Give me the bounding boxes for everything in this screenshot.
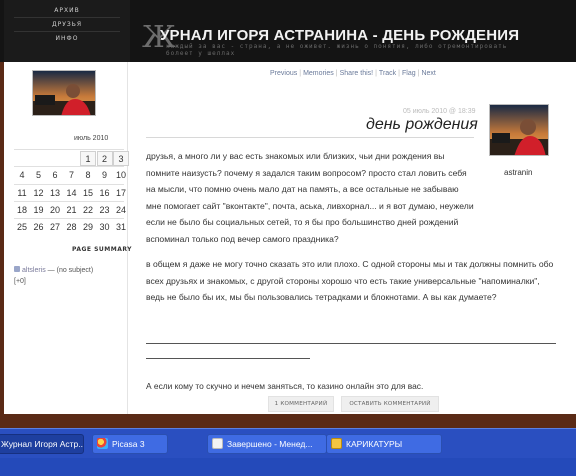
journal-tagline: каждый за вас - страна, а не оживет. жиз… [166,43,508,57]
picasa-icon [97,438,108,449]
calendar-day[interactable]: 26 [31,220,47,235]
taskbar-item-label: КАРИКАТУРЫ [346,439,403,449]
nav-friends-link[interactable]: ДРУЗЬЯ [4,20,130,30]
nav-info-link[interactable]: ИНФО [4,34,130,44]
post-username[interactable]: astranin [504,168,532,177]
calendar-day[interactable]: 3 [113,151,129,166]
taskbar-item-label: Журнал Игоря Астр... [1,439,84,449]
post-paragraph-1: друзья, а много ли у вас есть знакомых и… [146,151,474,244]
calendar-day[interactable]: 13 [47,186,63,201]
calendar-day[interactable]: 29 [80,220,96,235]
ad-line: А если кому то скучно и нечем заняться, … [146,381,423,391]
taskbar-lower [0,458,576,476]
previous-link[interactable]: Previous [270,70,297,77]
calendar-row-divider [14,149,124,150]
calendar-day[interactable]: 11 [14,186,30,201]
taskbar-item-download[interactable]: Завершено - Менед... [207,434,327,454]
nav-divider [14,17,120,18]
ad-prefix: А если кому то скучно и нечем заняться, … [146,381,318,391]
memories-link[interactable]: Memories [303,70,334,77]
calendar-row-divider [14,166,124,168]
userpic-photo-icon [33,71,95,115]
calendar-day[interactable]: 27 [47,220,63,235]
taskbar-item-picasa[interactable]: Picasa 3 [92,434,168,454]
calendar-day[interactable]: 22 [80,203,96,218]
calendar-day[interactable]: 16 [97,186,113,201]
calendar-day[interactable]: 17 [113,186,129,201]
window-icon [212,438,223,449]
calendar-row-divider [14,183,124,185]
calendar-row-divider [14,200,124,202]
post-navigation: Previous | Memories | Share this! | Track | Flag… [270,70,436,77]
post-title[interactable]: день рождения [366,116,478,134]
post-date: 05 июль 2010 @ 18:39 [403,108,476,115]
user-icon [14,266,20,272]
nav-archive-link[interactable]: АРХИВ [4,6,130,16]
calendar-day[interactable]: 6 [47,168,63,183]
calendar-row-divider [14,218,124,220]
ad-suffix: это для вас. [374,381,424,391]
summary-comment-count: [+0] [14,278,26,285]
share-link[interactable]: Share this! [340,70,373,77]
track-link[interactable]: Track [379,70,396,77]
calendar-day[interactable]: 10 [113,168,129,183]
userpic-sidebar[interactable] [32,70,96,116]
signature-divider-short [146,358,310,359]
calendar-day[interactable]: 20 [47,203,63,218]
calendar-day[interactable]: 31 [113,220,129,235]
post-title-divider [146,137,474,138]
left-navigation: АРХИВ ДРУЗЬЯ ИНФО [4,0,130,62]
flag-link[interactable]: Flag [402,70,416,77]
calendar-month: июль 2010 [74,135,109,142]
taskbar-item-label: Завершено - Менед... [227,439,313,449]
comments-button[interactable]: 1 КОММЕНТАРИЙ [268,396,334,412]
signature-divider [146,343,556,344]
calendar-day[interactable]: 23 [97,203,113,218]
calendar-day[interactable]: 9 [97,168,113,183]
calendar-day[interactable]: 15 [80,186,96,201]
post-paragraph-2: в общем я даже не могу точно сказать это… [146,259,554,302]
calendar-day[interactable]: 19 [31,203,47,218]
calendar-day[interactable]: 24 [113,203,129,218]
page-summary-heading: PAGE SUMMARY [72,246,133,253]
calendar-day[interactable]: 5 [31,168,47,183]
next-link[interactable]: Next [421,70,435,77]
summary-user-link[interactable]: altsleris [22,267,46,274]
calendar-day[interactable]: 4 [14,168,30,183]
calendar-day[interactable]: 18 [14,203,30,218]
calendar-day[interactable]: 2 [96,151,113,166]
summary-subject[interactable]: — (no subject) [46,267,94,274]
folder-icon [331,438,342,449]
calendar-day[interactable]: 21 [64,203,80,218]
calendar-day[interactable]: 12 [31,186,47,201]
userpic-post[interactable] [489,104,549,156]
calendar-day[interactable]: 8 [80,168,96,183]
calendar-day[interactable]: 28 [64,220,80,235]
nav-divider [14,31,120,32]
taskbar-item-label: Picasa 3 [112,439,145,449]
calendar-day[interactable]: 14 [64,186,80,201]
calendar-day[interactable]: 25 [14,220,30,235]
summary-entry[interactable]: altsleris — (no subject) [14,266,93,274]
leave-comment-button[interactable]: ОСТАВИТЬ КОММЕНТАРИЙ [341,396,439,412]
calendar-day[interactable]: 1 [80,151,96,166]
ad-link[interactable]: казино онлайн [317,381,374,391]
taskbar-item-folder[interactable]: КАРИКАТУРЫ [326,434,442,454]
calendar-day[interactable]: 7 [64,168,80,183]
journal-title[interactable]: УРНАЛ ИГОРЯ АСТРАНИНА - ДЕНЬ РОЖДЕНИЯ [160,27,519,44]
userpic-photo-icon [490,105,548,155]
calendar-day[interactable]: 30 [97,220,113,235]
taskbar-item-journal[interactable]: Журнал Игоря Астр... [0,434,84,454]
